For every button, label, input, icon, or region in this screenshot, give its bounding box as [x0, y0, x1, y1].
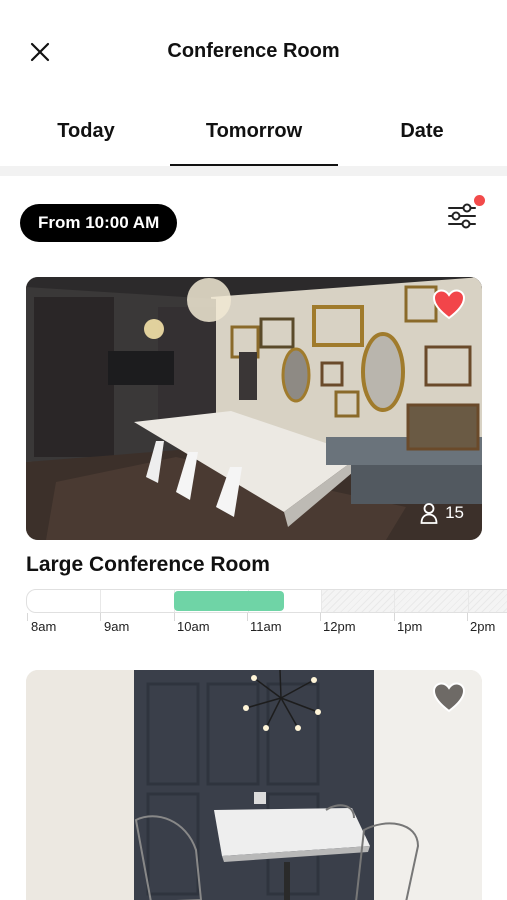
day-tabs: Today Tomorrow Date — [0, 100, 507, 168]
room-photo-second-room[interactable] — [26, 670, 482, 900]
favorite-button[interactable] — [432, 682, 466, 714]
timeline-hour-divider — [100, 590, 101, 612]
timeline-label-9am: 9am — [104, 619, 130, 634]
header-bar: Conference Room — [0, 0, 507, 100]
capacity-badge: 15 — [419, 502, 464, 524]
timeline-tick — [320, 613, 321, 621]
timeline-tick — [27, 613, 28, 621]
filter-notification-dot — [474, 195, 485, 206]
tab-date[interactable]: Date — [382, 120, 462, 143]
timeline-label-8am: 8am — [31, 619, 57, 634]
timeline-tick — [394, 613, 395, 621]
timeline-label-10am: 10am — [177, 619, 210, 634]
timeline-tick — [247, 613, 248, 621]
capacity-count: 15 — [445, 503, 464, 522]
timeline-label-12pm: 12pm — [323, 619, 356, 634]
page-title: Conference Room — [167, 40, 340, 62]
timeline-label-1pm: 1pm — [397, 619, 423, 634]
unavailable-block — [321, 590, 507, 612]
heart-filled-icon — [432, 289, 466, 320]
booked-time-block[interactable] — [174, 591, 284, 611]
room-photo-image — [26, 277, 482, 540]
room-photo-large-conference[interactable]: 15 — [26, 277, 482, 540]
room-photo-image — [26, 670, 482, 900]
timeline-tick — [467, 613, 468, 621]
tab-today[interactable]: Today — [40, 120, 132, 143]
heart-outline-icon — [432, 682, 466, 713]
timeline-label-2pm: 2pm — [470, 619, 496, 634]
timeline-label-11am: 11am — [250, 619, 282, 634]
timeline-hour-divider — [394, 590, 395, 612]
tab-tomorrow[interactable]: Tomorrow — [170, 120, 338, 143]
favorite-button[interactable] — [432, 289, 466, 321]
availability-timeline[interactable] — [26, 589, 507, 613]
person-icon — [420, 503, 438, 524]
tabs-divider — [0, 166, 507, 176]
timeline-hour-divider — [321, 590, 322, 612]
start-time-filter-button[interactable]: From 10:00 AM — [20, 204, 178, 242]
timeline-tick — [100, 613, 101, 621]
timeline-tick — [174, 613, 175, 621]
timeline-hour-divider — [468, 590, 469, 612]
room-name[interactable]: Large Conference Room — [26, 553, 270, 577]
